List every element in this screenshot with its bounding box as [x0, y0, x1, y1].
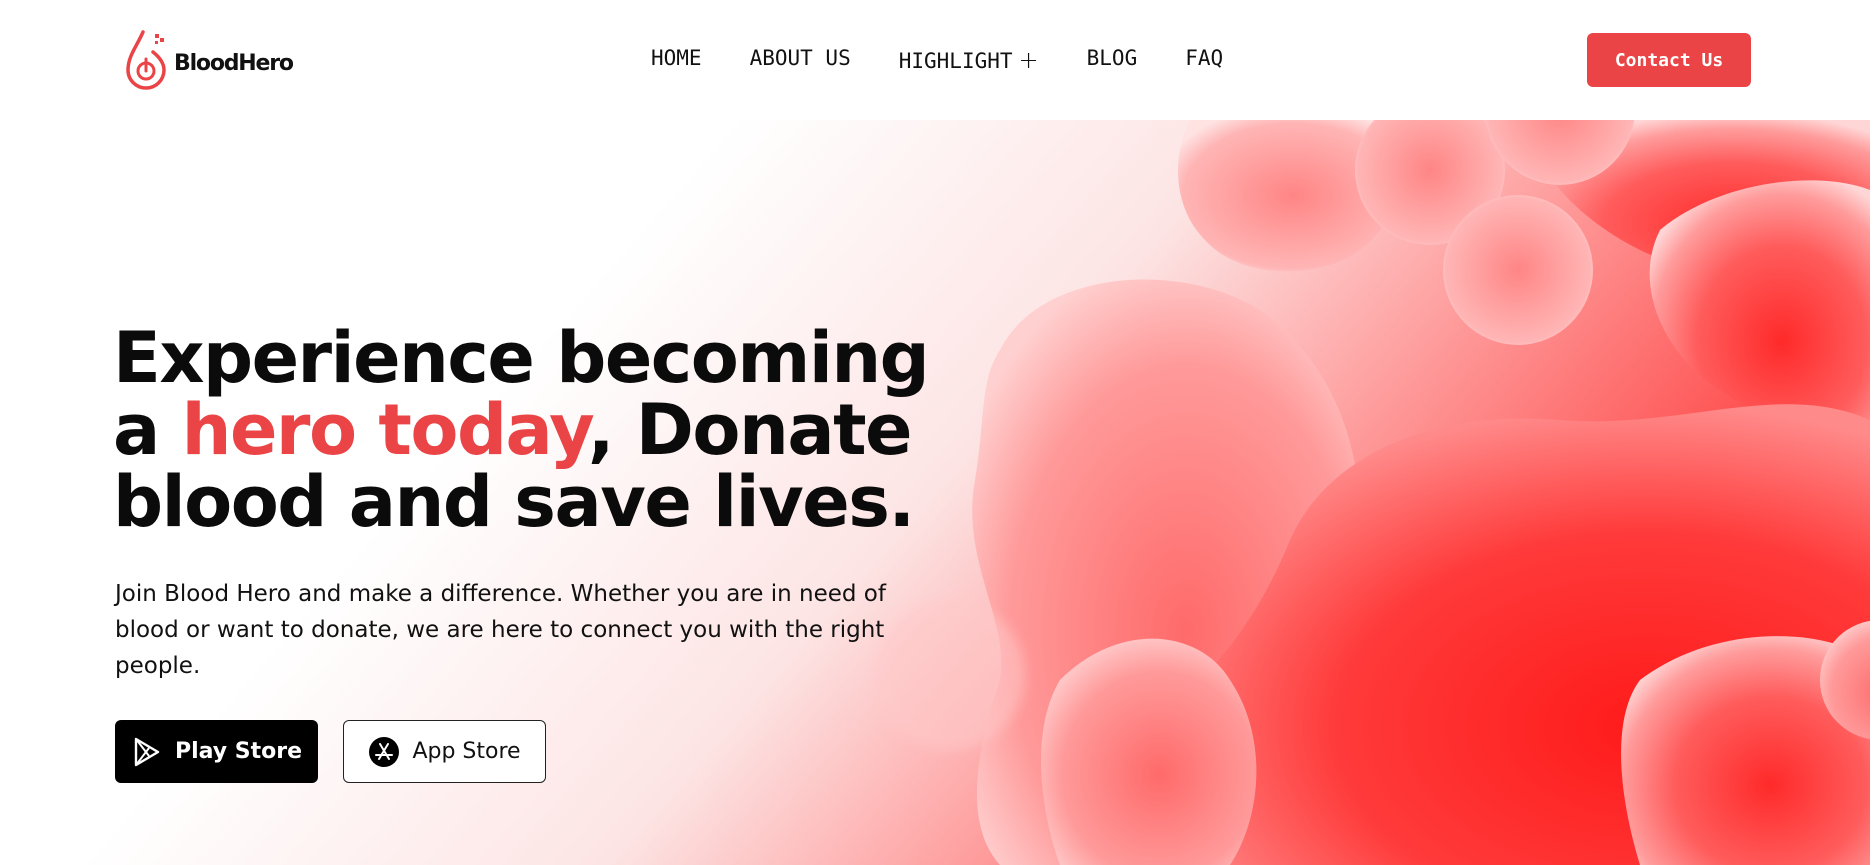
brand-name: BloodHero	[174, 50, 294, 76]
hero-heading-line3: blood and save lives.	[113, 461, 915, 543]
hero-heading-line1: Experience becoming	[113, 317, 930, 399]
nav-item-label: HIGHLIGHT	[898, 49, 1013, 73]
hero-heading: Experience becoming a hero today, Donate…	[113, 322, 993, 538]
hero-heading-prefix: a	[113, 389, 182, 471]
hero-heading-highlight: hero today	[181, 389, 590, 471]
app-store-button[interactable]: App Store	[343, 720, 546, 783]
play-store-button[interactable]: Play Store	[115, 720, 318, 783]
nav-item-home[interactable]: HOME	[651, 46, 702, 74]
play-store-label: Play Store	[174, 739, 303, 764]
nav-item-about-us[interactable]: ABOUT US	[750, 46, 851, 74]
nav-item-label: BLOG	[1086, 46, 1138, 70]
nav-item-label: FAQ	[1185, 46, 1224, 70]
nav-item-faq[interactable]: FAQ	[1185, 46, 1223, 74]
nav-item-blog[interactable]: BLOG	[1087, 46, 1138, 74]
nav-item-label: HOME	[651, 46, 702, 70]
plus-icon: +	[1018, 46, 1039, 74]
nav-item-highlight[interactable]: HIGHLIGHT +	[899, 46, 1039, 74]
brand-logo[interactable]: BloodHero	[124, 26, 294, 92]
main-nav: HOME ABOUT US HIGHLIGHT + BLOG FAQ	[651, 46, 1271, 74]
site-header: BloodHero HOME ABOUT US HIGHLIGHT + BLOG …	[0, 0, 1870, 120]
hero-description: Join Blood Hero and make a difference. W…	[115, 581, 886, 679]
window-edge	[1870, 0, 1876, 865]
contact-us-button[interactable]: Contact Us	[1587, 33, 1751, 87]
hero-heading-suffix: , Donate	[587, 389, 913, 471]
app-store-icon	[369, 736, 400, 767]
blood-drop-logo-icon	[126, 30, 166, 90]
nav-item-label: ABOUT US	[749, 46, 851, 70]
app-store-label: App Store	[412, 739, 521, 764]
play-store-icon	[134, 737, 160, 766]
